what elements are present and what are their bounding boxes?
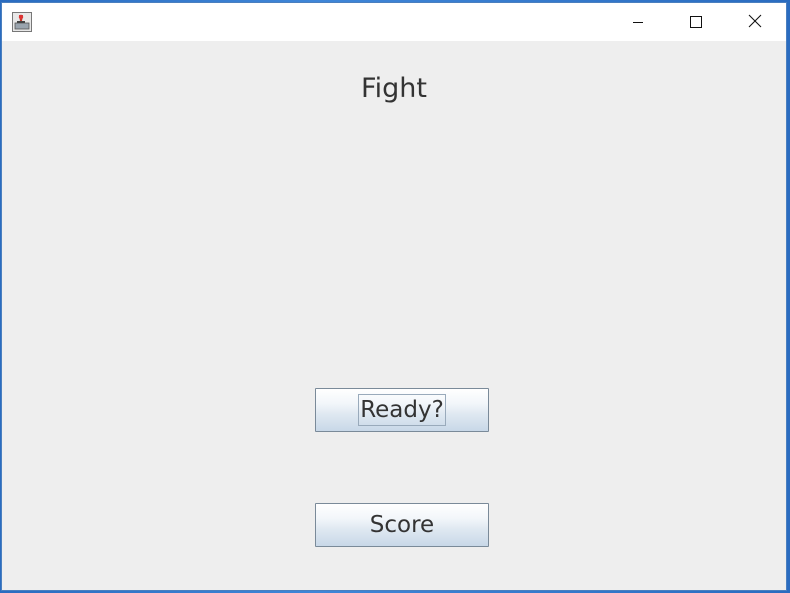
page-title: Fight [361, 73, 427, 104]
app-window: Fight Ready? Score [1, 2, 787, 591]
close-icon [748, 13, 762, 32]
minimize-icon [632, 13, 644, 32]
ready-button[interactable]: Ready? [315, 388, 489, 432]
score-button-label: Score [369, 512, 435, 538]
score-button[interactable]: Score [315, 503, 489, 547]
minimize-button[interactable] [609, 3, 667, 41]
content-panel: Fight Ready? Score [2, 41, 786, 590]
close-button[interactable] [726, 3, 784, 41]
title-bar [2, 3, 786, 41]
maximize-button[interactable] [667, 3, 725, 41]
maximize-icon [690, 13, 702, 32]
java-app-icon [12, 12, 32, 32]
ready-button-label: Ready? [358, 394, 446, 426]
